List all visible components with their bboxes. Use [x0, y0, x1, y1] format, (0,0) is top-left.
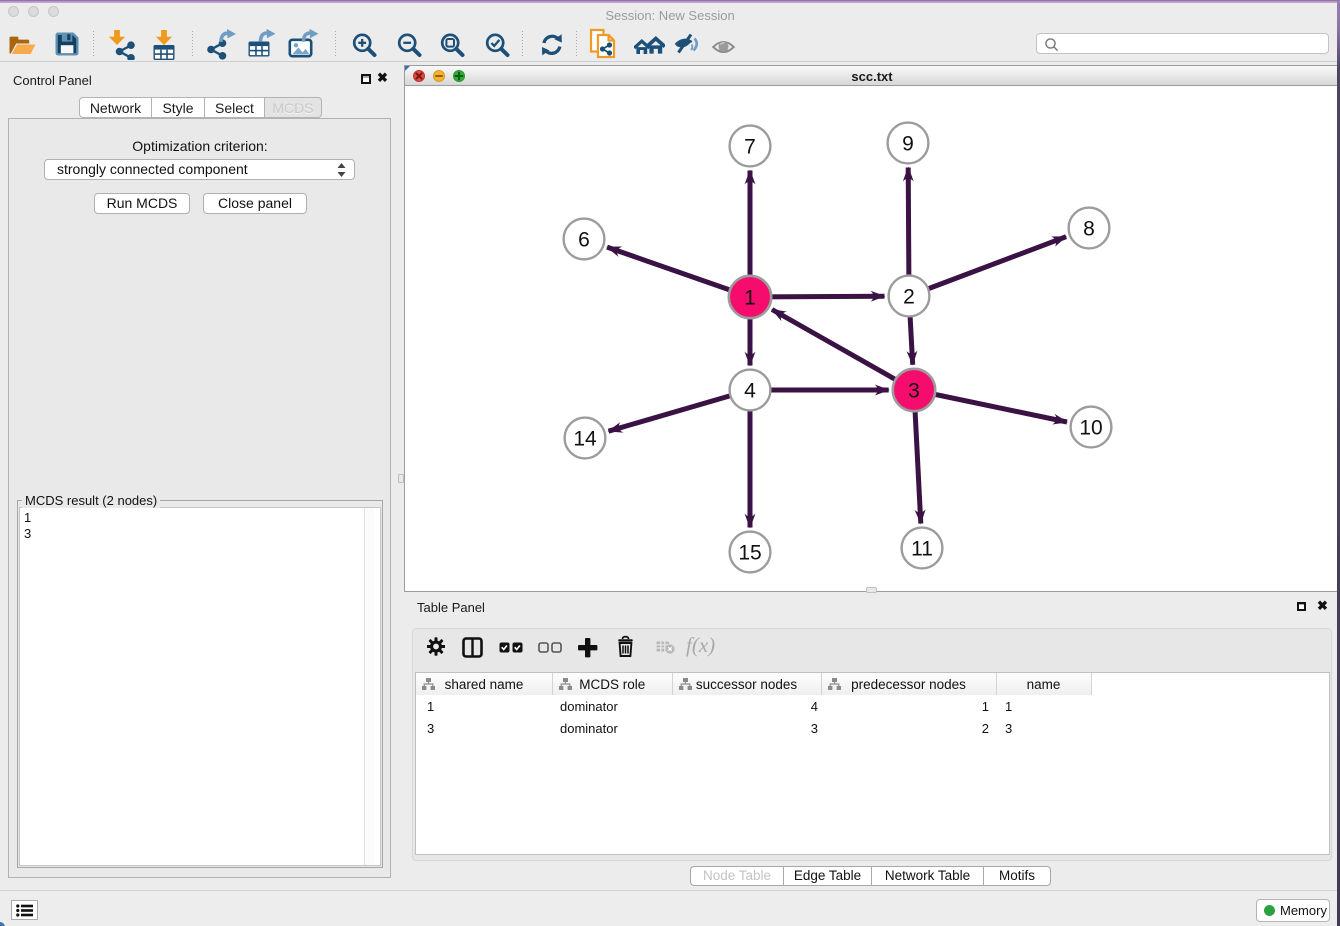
svg-text:14: 14 — [573, 428, 597, 451]
svg-text:7: 7 — [744, 136, 756, 159]
svg-text:15: 15 — [738, 542, 761, 565]
svg-text:3: 3 — [908, 380, 920, 403]
svg-text:10: 10 — [1079, 417, 1102, 440]
svg-text:1: 1 — [744, 287, 756, 310]
svg-text:2: 2 — [903, 286, 915, 309]
svg-text:8: 8 — [1083, 218, 1095, 241]
svg-text:9: 9 — [902, 133, 914, 156]
svg-text:11: 11 — [911, 538, 933, 561]
svg-text:4: 4 — [744, 380, 756, 403]
svg-text:6: 6 — [578, 229, 590, 252]
